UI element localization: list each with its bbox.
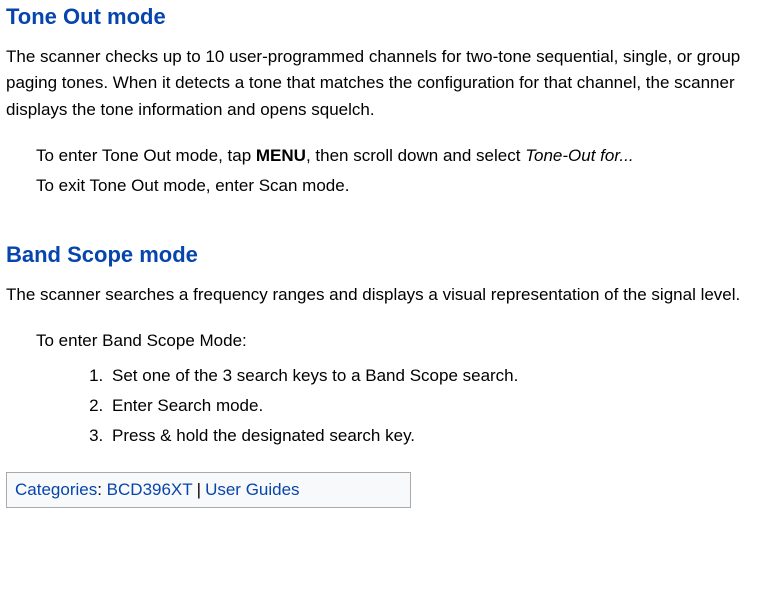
tone-out-enter-line: To enter Tone Out mode, tap MENU, then s… [36,141,754,171]
enter-pre: To enter Tone Out mode, tap [36,146,256,165]
tone-out-description: The scanner checks up to 10 user-program… [6,44,754,123]
categories-box: Categories: BCD396XT|User Guides [6,472,411,508]
enter-italic: Tone-Out for... [525,146,633,165]
section-heading-tone-out[interactable]: Tone Out mode [6,0,754,34]
band-scope-steps-list: Set one of the 3 search keys to a Band S… [108,361,754,452]
heading-text: Tone Out mode [6,4,166,29]
step-item: Set one of the 3 search keys to a Band S… [108,361,754,391]
enter-mid: , then scroll down and select [306,146,525,165]
band-scope-enter-intro: To enter Band Scope Mode: [36,326,754,356]
step-item: Enter Search mode. [108,391,754,421]
step-item: Press & hold the designated search key. [108,421,754,451]
band-scope-description: The scanner searches a frequency ranges … [6,282,754,308]
section-heading-band-scope[interactable]: Band Scope mode [6,238,754,272]
category-link[interactable]: User Guides [205,480,299,499]
tone-out-exit-line: To exit Tone Out mode, enter Scan mode. [36,171,754,201]
tone-out-instructions: To enter Tone Out mode, tap MENU, then s… [36,141,754,202]
category-separator: | [193,480,205,499]
band-scope-instructions: To enter Band Scope Mode: Set one of the… [36,326,754,451]
heading-text: Band Scope mode [6,242,198,267]
categories-label-link[interactable]: Categories [15,480,97,499]
categories-colon: : [97,480,106,499]
category-link[interactable]: BCD396XT [107,480,193,499]
enter-bold-menu: MENU [256,146,306,165]
